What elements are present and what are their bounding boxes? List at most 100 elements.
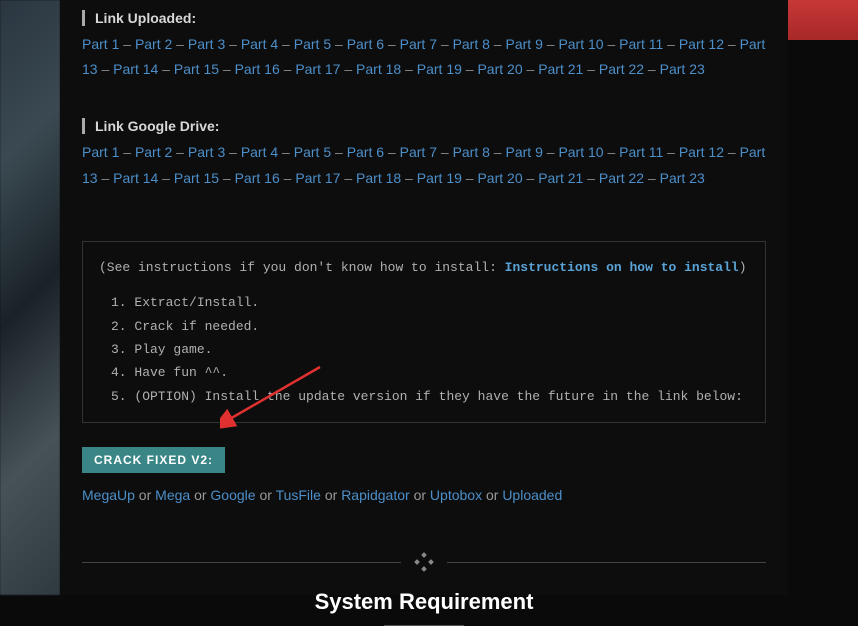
part-link[interactable]: Part 8 [453,144,490,160]
part-link[interactable]: Part 23 [660,61,705,77]
instructions-link[interactable]: Instructions on how to install [505,260,739,275]
separator: – [462,61,478,77]
separator: – [219,61,235,77]
part-link[interactable]: Part 19 [417,61,462,77]
part-link[interactable]: Part 18 [356,61,401,77]
part-link[interactable]: Part 6 [347,36,384,52]
part-link[interactable]: Part 18 [356,170,401,186]
separator: – [604,36,620,52]
separator: – [119,144,135,160]
or-separator: or [410,487,430,503]
part-link[interactable]: Part 3 [188,36,225,52]
separator: – [331,144,347,160]
part-link[interactable]: Part 7 [400,144,437,160]
separator: – [583,170,599,186]
or-separator: or [321,487,341,503]
separator: – [663,144,679,160]
link-uploaded-section: Link Uploaded: Part 1 – Part 2 – Part 3 … [82,10,766,82]
part-link[interactable]: Part 17 [295,61,340,77]
part-link[interactable]: Part 20 [477,170,522,186]
separator: – [401,170,417,186]
part-link[interactable]: Part 16 [235,61,280,77]
separator: – [278,36,294,52]
or-separator: or [190,487,210,503]
crack-mirror-link[interactable]: TusFile [276,487,321,503]
part-link[interactable]: Part 6 [347,144,384,160]
part-link[interactable]: Part 22 [599,170,644,186]
crack-mirror-link[interactable]: MegaUp [82,487,135,503]
crack-mirror-link[interactable]: Google [210,487,255,503]
part-link[interactable]: Part 15 [174,61,219,77]
instruction-step: Crack if needed. [105,315,749,338]
separator: – [583,61,599,77]
divider-line-left [82,562,401,563]
part-link[interactable]: Part 17 [295,170,340,186]
part-link[interactable]: Part 7 [400,36,437,52]
crack-mirror-link[interactable]: Uptobox [430,487,482,503]
main-content: Link Uploaded: Part 1 – Part 2 – Part 3 … [60,0,788,595]
crack-mirror-link[interactable]: Rapidgator [341,487,410,503]
separator: – [219,170,235,186]
part-link[interactable]: Part 21 [538,170,583,186]
separator: – [644,170,660,186]
instruction-step: (OPTION) Install the update version if t… [105,385,749,408]
part-link[interactable]: Part 2 [135,36,172,52]
part-link[interactable]: Part 14 [113,170,158,186]
part-link[interactable]: Part 4 [241,36,278,52]
link-uploaded-header: Link Uploaded: [82,10,766,26]
separator: – [523,61,539,77]
instructions-intro: (See instructions if you don't know how … [99,256,749,279]
part-link[interactable]: Part 11 [619,144,663,160]
separator: – [98,170,114,186]
part-link[interactable]: Part 9 [506,144,543,160]
separator: – [158,170,174,186]
part-link[interactable]: Part 8 [453,36,490,52]
part-link[interactable]: Part 3 [188,144,225,160]
part-link[interactable]: Part 23 [660,170,705,186]
crack-fixed-badge: CRACK FIXED V2: [82,447,225,473]
part-link[interactable]: Part 22 [599,61,644,77]
instructions-box: (See instructions if you don't know how … [82,241,766,423]
part-link[interactable]: Part 20 [477,61,522,77]
part-link[interactable]: Part 11 [619,36,663,52]
crack-mirror-link[interactable]: Mega [155,487,190,503]
part-link[interactable]: Part 10 [558,36,603,52]
separator: – [663,36,679,52]
part-link[interactable]: Part 5 [294,144,331,160]
part-link[interactable]: Part 5 [294,36,331,52]
crack-links-row: MegaUp or Mega or Google or TusFile or R… [82,487,766,503]
separator: – [225,36,241,52]
separator: – [490,144,506,160]
part-link[interactable]: Part 14 [113,61,158,77]
separator: – [462,170,478,186]
part-link[interactable]: Part 2 [135,144,172,160]
separator: – [437,36,453,52]
separator: – [437,144,453,160]
part-link[interactable]: Part 1 [82,36,119,52]
separator: – [98,61,114,77]
part-link[interactable]: Part 15 [174,170,219,186]
separator: – [543,144,559,160]
part-link[interactable]: Part 1 [82,144,119,160]
separator: – [119,36,135,52]
separator: – [724,144,740,160]
part-link[interactable]: Part 21 [538,61,583,77]
part-link[interactable]: Part 9 [506,36,543,52]
part-link[interactable]: Part 19 [417,170,462,186]
part-link[interactable]: Part 12 [679,144,724,160]
link-gdrive-header: Link Google Drive: [82,118,766,134]
link-gdrive-section: Link Google Drive: Part 1 – Part 2 – Par… [82,118,766,190]
part-link[interactable]: Part 12 [679,36,724,52]
separator: – [278,144,294,160]
system-requirement-heading: System Requirement [82,589,766,615]
crack-mirror-link[interactable]: Uploaded [502,487,562,503]
part-link[interactable]: Part 16 [235,170,280,186]
separator: – [401,61,417,77]
separator: – [280,61,296,77]
divider-diamond-icon [415,553,433,571]
or-separator: or [256,487,276,503]
instruction-step: Have fun ^^. [105,361,749,384]
separator: – [523,170,539,186]
part-link[interactable]: Part 4 [241,144,278,160]
part-link[interactable]: Part 10 [558,144,603,160]
